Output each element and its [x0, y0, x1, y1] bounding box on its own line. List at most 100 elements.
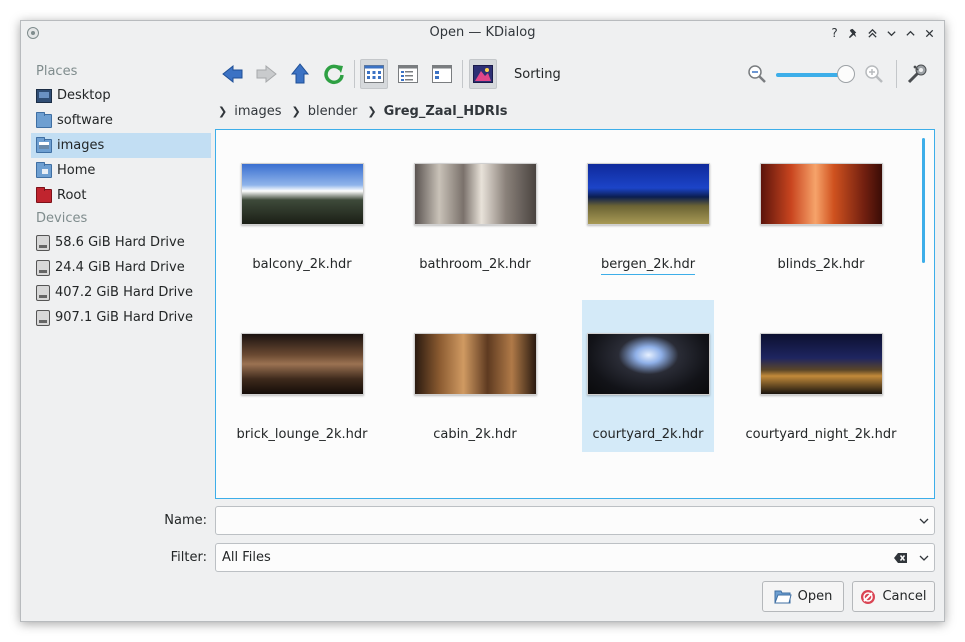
keep-above-button[interactable] — [864, 24, 881, 42]
name-combobox[interactable] — [215, 506, 935, 535]
file-view[interactable]: balcony_2k.hdr bathroom_2k.hdr bergen_2k… — [215, 129, 935, 499]
document-open-icon — [773, 590, 792, 603]
maximize-icon — [906, 30, 915, 36]
minimize-button[interactable] — [883, 24, 900, 42]
file-item[interactable]: cabin_2k.hdr — [409, 300, 541, 452]
window-title: Open — KDialog — [429, 25, 536, 40]
place-label: Root — [57, 188, 87, 203]
chevron-right-icon[interactable]: ❯ — [218, 105, 227, 118]
sorting-button[interactable]: Sorting — [514, 67, 561, 82]
arrow-left-icon — [222, 64, 243, 84]
pin-icon — [848, 28, 857, 38]
close-icon — [925, 29, 934, 37]
thumbnail — [414, 333, 537, 395]
up-button[interactable] — [286, 59, 314, 89]
place-home[interactable]: Home — [31, 158, 211, 183]
title-bar[interactable]: Open — KDialog ? — [21, 21, 944, 45]
hard-drive-icon — [36, 259, 50, 276]
forward-button[interactable] — [252, 59, 280, 89]
help-button[interactable]: ? — [826, 24, 843, 42]
file-item-selected[interactable]: courtyard_2k.hdr — [582, 300, 714, 452]
device-item[interactable]: 907.1 GiB Hard Drive — [31, 305, 211, 330]
chevron-down-icon[interactable] — [919, 553, 929, 563]
breadcrumb-images[interactable]: images — [234, 104, 281, 119]
filter-combobox[interactable]: All Files — [215, 543, 935, 572]
reload-button[interactable] — [320, 59, 348, 89]
cancel-button[interactable]: Cancel — [852, 581, 935, 612]
wrench-icon — [907, 64, 927, 84]
places-panel: Places Desktop software images Home Root… — [31, 61, 211, 330]
device-item[interactable]: 58.6 GiB Hard Drive — [31, 230, 211, 255]
icons-view-button[interactable] — [360, 59, 388, 89]
place-label: images — [57, 138, 105, 153]
keep-above-icon — [868, 28, 877, 38]
device-label: 407.2 GiB Hard Drive — [55, 285, 193, 300]
place-images[interactable]: images — [31, 133, 211, 158]
device-item[interactable]: 407.2 GiB Hard Drive — [31, 280, 211, 305]
file-item[interactable]: courtyard_night_2k.hdr — [745, 300, 897, 452]
zoom-slider-track[interactable] — [776, 73, 846, 77]
details-view-icon — [432, 65, 452, 83]
breadcrumb-current[interactable]: Greg_Zaal_HDRIs — [384, 104, 508, 119]
device-label: 58.6 GiB Hard Drive — [55, 235, 185, 250]
hard-drive-icon — [36, 284, 50, 301]
place-label: software — [57, 113, 113, 128]
zoom-in-icon — [865, 65, 883, 83]
root-folder-icon — [36, 186, 52, 203]
filter-input[interactable]: All Files — [222, 550, 271, 565]
device-label: 24.4 GiB Hard Drive — [55, 260, 185, 275]
cancel-icon — [861, 589, 876, 604]
image-folder-icon — [36, 136, 52, 153]
places-header: Places — [36, 64, 78, 79]
place-software[interactable]: software — [31, 108, 211, 133]
file-item[interactable]: brick_lounge_2k.hdr — [236, 300, 368, 452]
file-item[interactable]: balcony_2k.hdr — [236, 130, 368, 282]
clear-text-icon[interactable] — [894, 552, 908, 564]
thumbnail — [760, 333, 883, 395]
place-desktop[interactable]: Desktop — [31, 83, 211, 108]
device-item[interactable]: 24.4 GiB Hard Drive — [31, 255, 211, 280]
file-item[interactable]: bergen_2k.hdr — [582, 130, 714, 282]
kdialog-window: Open — KDialog ? Places Desktop software… — [20, 20, 945, 622]
toolbar: Sorting — [216, 57, 936, 91]
thumbnail — [241, 163, 364, 225]
chevron-right-icon[interactable]: ❯ — [291, 105, 300, 118]
desktop-icon — [36, 88, 52, 103]
zoom-in-button[interactable] — [860, 59, 888, 89]
image-preview-icon — [473, 65, 493, 83]
open-button[interactable]: Open — [762, 581, 844, 612]
chevron-down-icon[interactable] — [919, 516, 929, 526]
back-button[interactable] — [219, 59, 247, 89]
file-name: blinds_2k.hdr — [777, 257, 865, 272]
chevron-right-icon[interactable]: ❯ — [367, 105, 376, 118]
minimize-icon — [887, 30, 896, 36]
close-button[interactable] — [921, 24, 938, 42]
window-controls: ? — [826, 24, 938, 42]
file-item[interactable]: blinds_2k.hdr — [755, 130, 887, 282]
place-root[interactable]: Root — [31, 183, 211, 208]
pin-button[interactable] — [845, 24, 862, 42]
hard-drive-icon — [36, 234, 50, 251]
details-view-button[interactable] — [428, 59, 456, 89]
thumbnail — [241, 333, 364, 395]
thumbnail — [587, 333, 710, 395]
zoom-out-button[interactable] — [743, 59, 771, 89]
compact-view-icon — [398, 65, 418, 83]
file-item[interactable]: bathroom_2k.hdr — [409, 130, 541, 282]
place-label: Home — [57, 163, 96, 178]
compact-view-button[interactable] — [394, 59, 422, 89]
zoom-slider-handle[interactable] — [837, 65, 855, 83]
file-name: cabin_2k.hdr — [433, 427, 517, 442]
toolbar-separator — [896, 60, 897, 88]
file-name: courtyard_2k.hdr — [592, 427, 704, 442]
name-label: Name: — [164, 513, 207, 528]
breadcrumb-blender[interactable]: blender — [308, 104, 358, 119]
devices-header: Devices — [36, 211, 88, 226]
thumbnail — [760, 163, 883, 225]
vertical-scrollbar[interactable] — [922, 138, 925, 263]
open-button-label: Open — [797, 589, 833, 604]
options-button[interactable] — [903, 59, 931, 89]
place-label: Desktop — [57, 88, 111, 103]
maximize-button[interactable] — [902, 24, 919, 42]
preview-toggle-button[interactable] — [469, 59, 497, 89]
